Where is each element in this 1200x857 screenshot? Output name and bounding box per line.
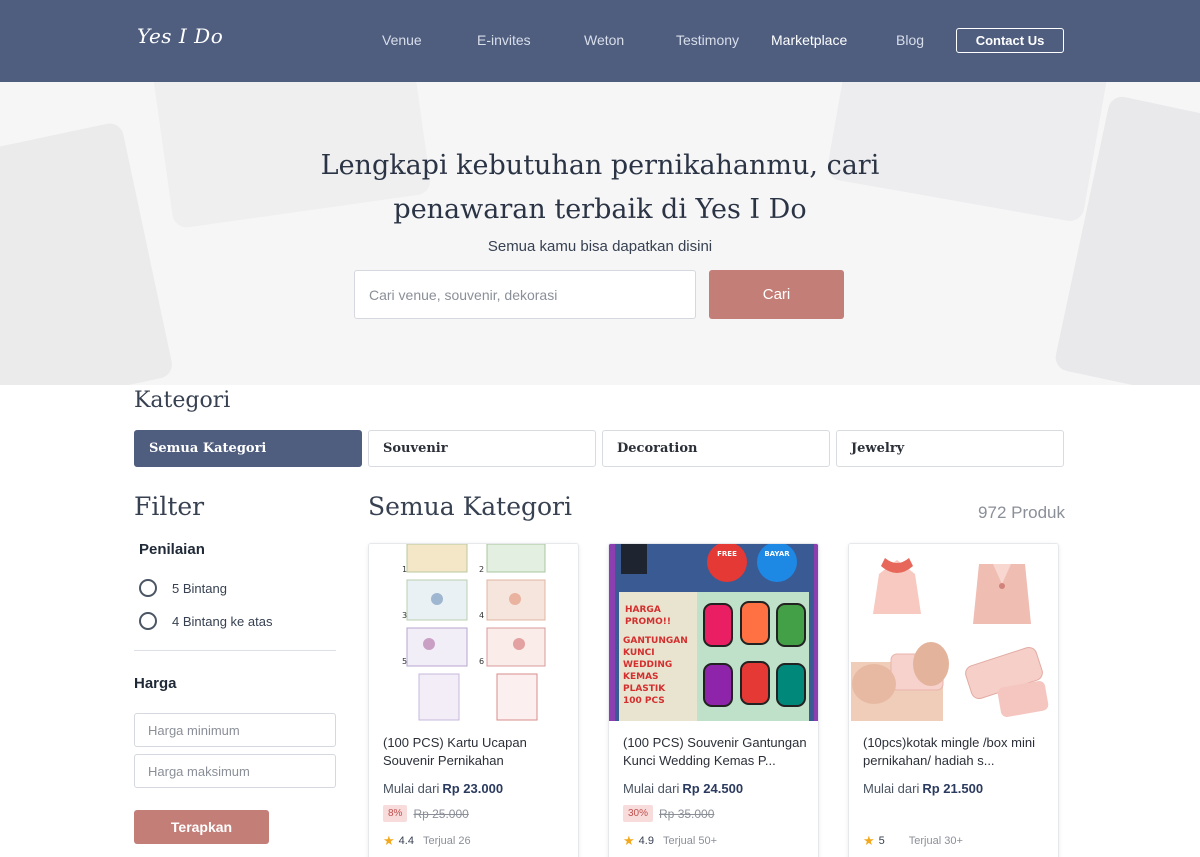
- product-name[interactable]: (100 PCS) Kartu Ucapan Souvenir Pernikah…: [383, 734, 568, 770]
- rating-option-4-star-up[interactable]: 4 Bintang ke atas: [139, 612, 272, 630]
- product-count: 972 Produk: [978, 503, 1065, 522]
- rating-option-5-star[interactable]: 5 Bintang: [139, 579, 227, 597]
- radio-button[interactable]: [139, 579, 157, 597]
- image-promo-line: KEMAS: [623, 672, 659, 682]
- brand-logo[interactable]: Yes I Do: [137, 24, 223, 48]
- image-free-label: FREE: [717, 550, 737, 558]
- original-price: Rp 25.000: [413, 806, 469, 821]
- product-image[interactable]: [849, 544, 1058, 721]
- hero-section: Lengkapi kebutuhan pernikahanmu, cari pe…: [0, 82, 1200, 385]
- product-price: Mulai dari Rp 23.000: [383, 781, 503, 796]
- filter-heading: Filter: [134, 492, 205, 521]
- price-value: Rp 23.000: [442, 781, 504, 796]
- category-tab-decoration[interactable]: Decoration: [602, 430, 830, 467]
- product-price: Mulai dari Rp 21.500: [863, 781, 983, 796]
- price-filter-heading: Harga: [134, 675, 177, 692]
- sold-count: Terjual 30+: [908, 835, 963, 847]
- product-name[interactable]: (100 PCS) Souvenir Gantungan Kunci Weddi…: [623, 734, 808, 770]
- discount-badge: 30%: [623, 805, 654, 822]
- svg-text:4: 4: [479, 611, 484, 620]
- hero-subtitle: Semua kamu bisa dapatkan disini: [487, 238, 713, 255]
- top-navbar: Yes I Do Venue E-invites Weton Testimony…: [0, 0, 1200, 82]
- nav-link-testimony[interactable]: Testimony: [676, 32, 739, 48]
- product-name-line: (10pcs)kotak mingle /box mini: [863, 735, 1035, 750]
- search-input[interactable]: [354, 270, 696, 319]
- product-name-line: pernikahan/ hadiah s...: [863, 753, 995, 768]
- svg-text:2: 2: [479, 565, 484, 574]
- image-promo-line: WEDDING: [623, 660, 672, 670]
- price-value: Rp 21.500: [922, 781, 984, 796]
- nav-link-e-invites[interactable]: E-invites: [477, 32, 531, 48]
- nav-link-venue[interactable]: Venue: [382, 32, 422, 48]
- filter-divider: [134, 650, 336, 651]
- contact-us-button[interactable]: Contact Us: [956, 28, 1064, 53]
- price-prefix: Mulai dari: [863, 781, 920, 796]
- nav-link-blog[interactable]: Blog: [896, 32, 924, 48]
- product-card[interactable]: FREE BAYAR HARGA PROMO!! GANTUNGAN KUNCI…: [608, 543, 819, 857]
- search-button[interactable]: Cari: [709, 270, 844, 319]
- min-price-input[interactable]: [134, 713, 336, 747]
- rating-row: ★ 4.9 Terjual 50+: [623, 833, 717, 849]
- price-prefix: Mulai dari: [383, 781, 440, 796]
- image-promo-line: HARGA: [625, 605, 661, 615]
- category-heading: Kategori: [134, 388, 231, 413]
- image-promo-line: KUNCI: [623, 648, 655, 658]
- discount-row: 30% Rp 35.000: [623, 805, 714, 822]
- svg-text:5: 5: [402, 657, 407, 666]
- apply-filter-button[interactable]: Terapkan: [134, 810, 269, 844]
- rating-value: 5: [878, 835, 885, 847]
- price-prefix: Mulai dari: [623, 781, 680, 796]
- product-name-line: Souvenir Pernikahan: [383, 753, 504, 768]
- hero-title: Lengkapi kebutuhan pernikahanmu, cari pe…: [300, 144, 900, 232]
- hero-title-line: Lengkapi kebutuhan pernikahanmu, cari: [320, 150, 880, 181]
- product-name[interactable]: (10pcs)kotak mingle /box mini pernikahan…: [863, 734, 1048, 770]
- category-tab-all[interactable]: Semua Kategori: [134, 430, 362, 467]
- image-promo-line: GANTUNGAN: [623, 636, 688, 646]
- image-bayar-label: BAYAR: [764, 550, 790, 558]
- product-image[interactable]: 1 2 3 4 5 6: [369, 544, 578, 721]
- svg-text:6: 6: [479, 657, 484, 666]
- product-image[interactable]: FREE BAYAR HARGA PROMO!! GANTUNGAN KUNCI…: [609, 544, 818, 721]
- product-name-line: Kunci Wedding Kemas P...: [623, 753, 776, 768]
- rating-row: ★ 4.4 Terjual 26: [383, 833, 471, 849]
- star-icon: ★: [383, 833, 395, 848]
- nav-link-weton[interactable]: Weton: [584, 32, 624, 48]
- sold-count: Terjual 26: [422, 835, 471, 847]
- product-name-line: (100 PCS) Souvenir Gantungan: [623, 735, 807, 750]
- rating-value: 4.4: [398, 835, 414, 847]
- original-price: Rp 35.000: [659, 806, 715, 821]
- image-promo-line: PLASTIK: [623, 684, 666, 694]
- star-icon: ★: [623, 833, 635, 848]
- discount-badge: 8%: [383, 805, 408, 822]
- hero-title-line: penawaran terbaik di Yes I Do: [393, 194, 807, 225]
- rating-option-label: 4 Bintang ke atas: [172, 613, 273, 629]
- product-name-line: (100 PCS) Kartu Ucapan: [383, 735, 527, 750]
- discount-row: 8% Rp 25.000: [383, 805, 469, 822]
- radio-button[interactable]: [139, 612, 157, 630]
- svg-text:1: 1: [402, 565, 407, 574]
- star-icon: ★: [863, 833, 875, 848]
- price-value: Rp 24.500: [682, 781, 744, 796]
- max-price-input[interactable]: [134, 754, 336, 788]
- svg-text:3: 3: [402, 611, 407, 620]
- products-section-title: Semua Kategori: [368, 492, 573, 521]
- product-card[interactable]: (10pcs)kotak mingle /box mini pernikahan…: [848, 543, 1059, 857]
- category-tab-souvenir[interactable]: Souvenir: [368, 430, 596, 467]
- image-promo-line: PROMO!!: [625, 617, 671, 627]
- rating-filter-heading: Penilaian: [139, 541, 205, 558]
- sold-count: Terjual 50+: [662, 835, 718, 847]
- rating-value: 4.9: [638, 835, 654, 847]
- product-price: Mulai dari Rp 24.500: [623, 781, 743, 796]
- rating-row: ★ 5 Terjual 30+: [863, 833, 963, 849]
- category-tab-jewelry[interactable]: Jewelry: [836, 430, 1064, 467]
- hero-decoration: [0, 120, 175, 385]
- rating-option-label: 5 Bintang: [172, 580, 227, 596]
- product-card[interactable]: 1 2 3 4 5 6 (100 PCS) Kartu Ucapan Souve…: [368, 543, 579, 857]
- image-promo-line: 100 PCS: [623, 696, 665, 706]
- nav-link-marketplace[interactable]: Marketplace: [771, 32, 847, 48]
